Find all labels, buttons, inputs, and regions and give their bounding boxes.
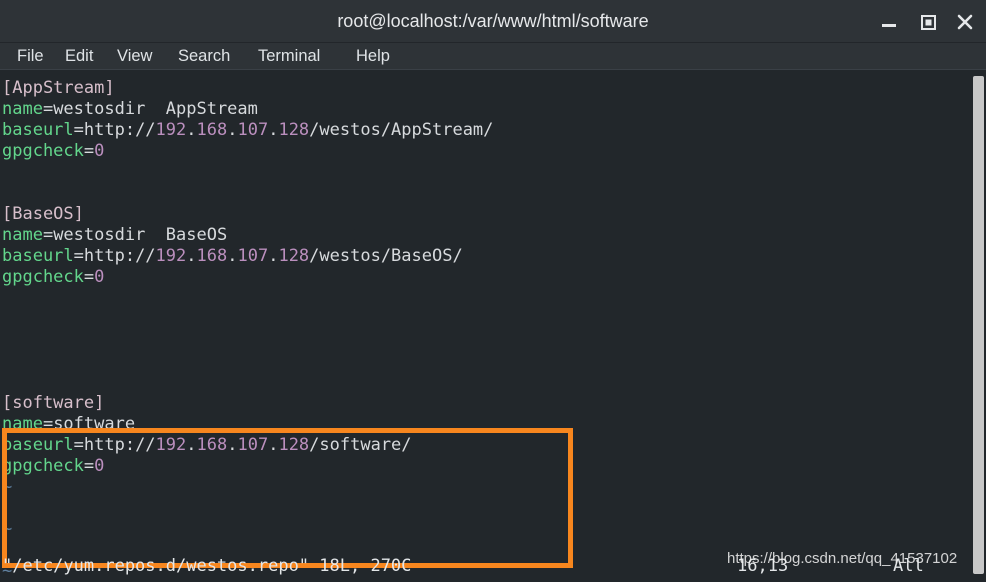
line-segment: ~	[2, 477, 13, 497]
vim-buffer: [AppStream] name=westosdir AppStream baseu…	[2, 78, 962, 582]
line-segment: =http://	[73, 246, 156, 266]
line-segment: .	[227, 435, 238, 455]
line-segment: =westosdir BaseOS	[42, 225, 228, 245]
line-segment: [AppStream]	[2, 78, 115, 98]
line-segment: =	[83, 141, 95, 161]
editor-line: gpgcheck=0	[2, 267, 962, 288]
menu-bar: File Edit View Search Terminal Help	[0, 43, 986, 70]
scrollbar-thumb[interactable]	[973, 76, 984, 574]
line-segment: =http://	[73, 435, 156, 455]
line-segment: .	[268, 435, 279, 455]
line-segment: 107	[237, 120, 269, 140]
line-segment: baseurl	[2, 246, 74, 266]
line-segment: 0	[94, 141, 105, 161]
line-segment: ~	[2, 519, 13, 539]
editor-line: [AppStream]	[2, 78, 962, 99]
editor-line: name=westosdir AppStream	[2, 99, 962, 120]
line-segment: baseurl	[2, 435, 74, 455]
terminal-content[interactable]: [AppStream] name=westosdir AppStream baseu…	[0, 70, 986, 582]
line-segment: 168	[196, 246, 228, 266]
line-segment: 128	[278, 435, 310, 455]
editor-line: ~	[2, 477, 962, 498]
line-segment: =http://	[73, 120, 156, 140]
line-segment: 168	[196, 435, 228, 455]
line-segment: =westosdir AppStream	[42, 99, 258, 119]
line-segment: .	[227, 120, 238, 140]
line-segment: 192	[155, 435, 187, 455]
menu-item-search[interactable]: Search	[175, 43, 233, 70]
line-segment: 128	[278, 120, 310, 140]
line-segment: =	[83, 267, 95, 287]
minimize-button[interactable]	[876, 9, 902, 35]
menu-item-edit[interactable]: Edit	[62, 43, 96, 70]
line-segment: .	[268, 120, 279, 140]
close-button[interactable]	[952, 9, 978, 35]
line-segment: =software	[42, 414, 136, 434]
line-segment: /software/	[309, 435, 412, 455]
menu-item-terminal[interactable]: Terminal	[255, 43, 323, 70]
line-segment: .	[186, 120, 197, 140]
line-segment: /westos/BaseOS/	[309, 246, 463, 266]
line-segment: [BaseOS]	[2, 204, 84, 224]
line-segment: 0	[94, 456, 105, 476]
editor-line: ~	[2, 519, 962, 540]
line-segment: .	[268, 246, 279, 266]
editor-line: baseurl=http://192.168.107.128/westos/Ap…	[2, 120, 962, 141]
vim-status-line: "/etc/yum.repos.d/westos.repo" 18L, 270C…	[0, 553, 986, 582]
line-segment: 107	[237, 435, 269, 455]
line-segment: .	[186, 435, 197, 455]
line-segment: /westos/AppStream/	[309, 120, 494, 140]
maximize-button[interactable]	[915, 9, 941, 35]
window-title: root@localhost:/var/www/html/software	[337, 11, 649, 31]
line-segment: 192	[155, 120, 187, 140]
menu-item-file[interactable]: File	[14, 43, 47, 70]
status-filename: "/etc/yum.repos.d/westos.repo" 18L, 270C	[2, 556, 412, 576]
line-segment: name	[2, 99, 43, 119]
line-segment: =	[83, 456, 95, 476]
line-segment: 168	[196, 120, 228, 140]
status-cursor-position: 16,13	[737, 556, 789, 576]
editor-line: [software]	[2, 393, 962, 414]
terminal-window: root@localhost:/var/www/html/software Fi…	[0, 0, 986, 582]
line-segment: 192	[155, 246, 187, 266]
line-segment: .	[186, 246, 197, 266]
status-scroll-indicator: All	[893, 556, 924, 576]
line-segment: name	[2, 414, 43, 434]
editor-line: gpgcheck=0	[2, 141, 962, 162]
line-segment: name	[2, 225, 43, 245]
menu-item-help[interactable]: Help	[353, 43, 393, 70]
line-segment: gpgcheck	[2, 141, 84, 161]
editor-line: baseurl=http://192.168.107.128/software/	[2, 435, 962, 456]
line-segment: .	[227, 246, 238, 266]
title-bar: root@localhost:/var/www/html/software	[0, 0, 986, 43]
line-segment: 107	[237, 246, 269, 266]
menu-item-view[interactable]: View	[114, 43, 155, 70]
line-segment: 128	[278, 246, 310, 266]
line-segment: gpgcheck	[2, 267, 84, 287]
line-segment: baseurl	[2, 120, 74, 140]
editor-line: name=westosdir BaseOS	[2, 225, 962, 246]
editor-line: name=software	[2, 414, 962, 435]
editor-line: [BaseOS]	[2, 204, 962, 225]
editor-line: gpgcheck=0	[2, 456, 962, 477]
line-segment: gpgcheck	[2, 456, 84, 476]
editor-line: baseurl=http://192.168.107.128/westos/Ba…	[2, 246, 962, 267]
line-segment: [software]	[2, 393, 105, 413]
line-segment: 0	[94, 267, 105, 287]
